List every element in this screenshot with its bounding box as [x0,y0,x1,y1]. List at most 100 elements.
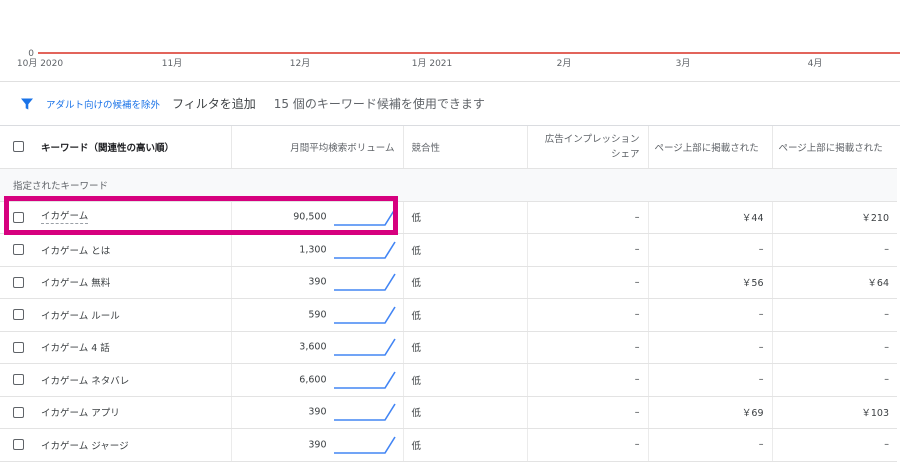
keyword-cell: イカゲーム ルール [0,298,232,332]
competition-cell: 低 [403,396,528,429]
trend-sparkline[interactable] [333,434,397,456]
volume-cell: 3,600 [231,331,404,364]
impression-share-column-header[interactable]: 広告インプレッション シェア [527,126,649,169]
top-bid-low-cell: – [648,363,773,397]
volume-column-header[interactable]: 月間平均検索ボリューム [231,126,404,169]
volume-value: 6,600 [299,374,327,386]
row-checkbox[interactable] [13,406,24,418]
filter-bar: アダルト向けの候補を除外 フィルタを追加 15 個のキーワード候補を使用できます [0,82,900,126]
table-row[interactable]: イカゲーム ルール 590 低 – – – [0,298,897,332]
row-checkbox[interactable] [13,211,24,223]
impression-share-header-line1: 広告インプレッション [544,133,640,145]
top-bid-high-cell: – [772,233,897,267]
top-bid-low-column-header[interactable]: ページ上部に掲載された [648,126,773,169]
keyword-cell: イカゲーム 無料 [0,266,232,299]
volume-value: 3,600 [299,341,327,353]
keyword-cell: イカゲーム [0,201,232,234]
keyword-text[interactable]: イカゲーム ネタバレ [41,373,129,387]
volume-value: 390 [308,406,327,418]
keyword-cell: イカゲーム とは [0,233,232,267]
trend-sparkline[interactable] [333,369,397,391]
trend-sparkline[interactable] [333,239,397,261]
table-row[interactable]: イカゲーム ネタバレ 6,600 低 – – – [0,363,897,397]
keyword-text[interactable]: イカゲーム とは [41,243,110,257]
top-bid-high-cell: ￥210 [772,201,897,234]
competition-cell: 低 [403,363,528,397]
competition-column-header[interactable]: 競合性 [403,126,528,169]
competition-cell: 低 [403,428,528,462]
x-axis-label: 11月 [162,58,182,69]
row-checkbox[interactable] [13,341,24,353]
sparkline-path [333,306,396,324]
table-row[interactable]: イカゲーム ジャージ 390 低 – – – [0,428,897,462]
row-checkbox[interactable] [13,309,24,321]
top-bid-high-cell: ￥103 [772,396,897,429]
row-checkbox[interactable] [13,244,24,256]
top-bid-low-cell: ￥56 [648,266,773,299]
keyword-column-header[interactable]: キーワード（関連性の高い順） [0,126,232,169]
keyword-text[interactable]: イカゲーム ジャージ [41,438,129,452]
keyword-text[interactable]: イカゲーム [41,210,89,225]
impression-share-cell: – [527,298,649,332]
top-bid-low-cell: – [648,233,773,267]
trend-chart-svg: 0 10月 2020 11月 12月 1月 2021 2月 3月 4月 [17,49,900,69]
keyword-text[interactable]: イカゲーム 無料 [41,275,110,289]
select-all-checkbox[interactable] [13,141,24,153]
candidate-count-text: 15 個のキーワード候補を使用できます [273,97,485,111]
keyword-table: キーワード（関連性の高い順） 月間平均検索ボリューム 競合性 広告インプレッショ… [0,126,897,462]
table-header-row: キーワード（関連性の高い順） 月間平均検索ボリューム 競合性 広告インプレッショ… [0,126,897,169]
keyword-text[interactable]: イカゲーム 4 話 [41,340,110,354]
section-row: 指定されたキーワード [0,168,897,202]
table-row[interactable]: イカゲーム 90,500 低 – ￥44 ￥210 [0,201,897,234]
x-axis-label: 12月 [290,58,310,69]
volume-value: 90,500 [293,211,327,223]
volume-cell: 390 [231,396,404,429]
competition-cell: 低 [403,233,528,267]
sparkline-path [333,208,396,227]
competition-cell: 低 [403,331,528,364]
keyword-text[interactable]: イカゲーム アプリ [41,405,120,419]
keyword-text[interactable]: イカゲーム ルール [41,308,120,322]
trend-sparkline[interactable] [333,336,397,358]
trend-sparkline[interactable] [333,304,397,326]
row-checkbox[interactable] [13,276,24,288]
impression-share-cell: – [527,266,649,299]
top-bid-high-cell: – [772,428,897,462]
sparkline-path [333,371,396,389]
top-bid-low-cell: – [648,428,773,462]
add-filter-button[interactable]: フィルタを追加 [172,95,256,112]
table-row[interactable]: イカゲーム とは 1,300 低 – – – [0,233,897,267]
impression-share-header-line2: シェア [610,148,640,160]
keyword-cell: イカゲーム ジャージ [0,428,232,462]
row-checkbox[interactable] [13,374,24,386]
y-axis-zero-label: 0 [28,49,34,59]
x-axis-label: 1月 2021 [412,58,453,69]
filter-icon[interactable] [20,97,34,111]
keyword-cell: イカゲーム ネタバレ [0,363,232,397]
top-bid-high-column-header[interactable]: ページ上部に掲載された [772,126,897,169]
top-bid-high-cell: – [772,363,897,397]
table-row[interactable]: イカゲーム アプリ 390 低 – ￥69 ￥103 [0,396,897,429]
x-axis-labels: 10月 2020 11月 12月 1月 2021 2月 3月 4月 [17,58,822,69]
competition-cell: 低 [403,201,528,234]
table-row[interactable]: イカゲーム 4 話 3,600 低 – – – [0,331,897,364]
top-bid-high-cell: – [772,298,897,332]
row-checkbox[interactable] [13,439,24,451]
trend-sparkline[interactable] [333,271,397,293]
table-row[interactable]: イカゲーム 無料 390 低 – ￥56 ￥64 [0,266,897,299]
keyword-cell: イカゲーム アプリ [0,396,232,429]
volume-value: 390 [308,439,327,451]
exclude-adult-filter-chip[interactable]: アダルト向けの候補を除外 [46,97,160,111]
trend-sparkline[interactable] [333,401,397,423]
impression-share-cell: – [527,428,649,462]
sparkline-path [333,273,396,292]
top-bid-high-cell: – [772,331,897,364]
volume-cell: 590 [231,298,404,332]
sparkline-path [333,241,396,259]
competition-cell: 低 [403,298,528,332]
trend-sparkline[interactable] [333,206,397,228]
top-bid-low-cell: ￥44 [648,201,773,234]
competition-cell: 低 [403,266,528,299]
keyword-header-label: キーワード（関連性の高い順） [41,142,175,154]
volume-cell: 6,600 [231,363,404,397]
